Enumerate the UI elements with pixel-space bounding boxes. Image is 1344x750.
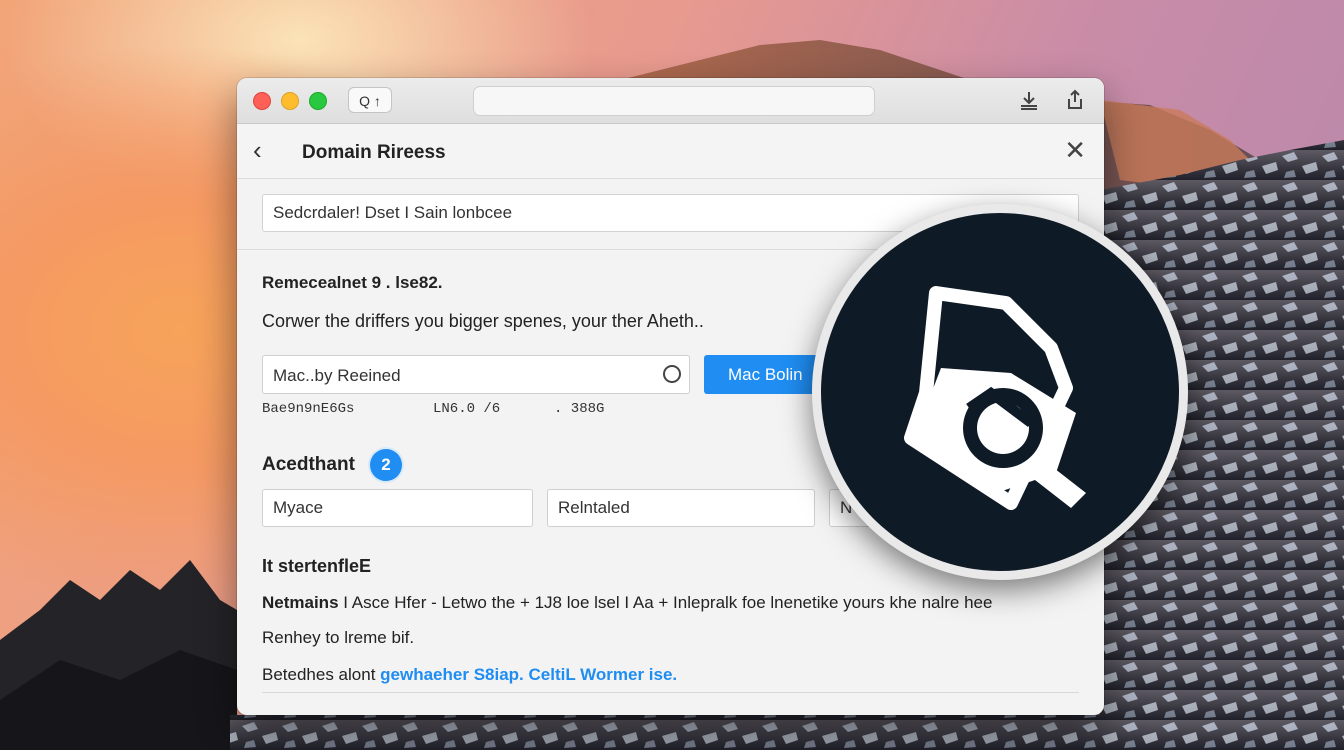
share-icon[interactable] (1063, 89, 1087, 113)
zoom-window-button[interactable] (309, 92, 327, 110)
mac-input-value: Mac..by Reeined (273, 366, 401, 385)
stat-value: . 388G (554, 401, 605, 417)
info-text: Betedhes alont gewhaeher S8iap. CeltiL W… (262, 665, 677, 685)
primary-action-button[interactable]: Mac Bolin (704, 355, 824, 394)
mac-input-field[interactable]: Mac..by Reeined (262, 355, 690, 394)
section-title: Remecealnet 9 . lse82. (262, 273, 443, 292)
back-chevron-icon[interactable]: ‹ (253, 136, 262, 164)
tag-search-icon (904, 286, 1086, 510)
form-field[interactable]: Myace (262, 489, 533, 527)
info-text: Renhey to lreme bif. (262, 628, 415, 647)
page-header: ‹ Domain Rireess ✕ (237, 124, 1104, 179)
info-link[interactable]: gewhaeher S8iap. CeltiL Wormer ise. (380, 665, 677, 684)
divider (262, 692, 1079, 693)
radio-circle-icon[interactable] (663, 365, 681, 383)
window-titlebar: Q ↑ (237, 78, 1104, 124)
page-title: Domain Rireess (302, 142, 446, 163)
stat-value: Bae9n9nE6Gs (262, 401, 355, 417)
overlay-badge (812, 204, 1188, 580)
form-field[interactable]: Relntaled (547, 489, 815, 527)
section-title: It stertenfleE (262, 556, 372, 576)
section-description: Corwer the driffers you bigger spenes, y… (262, 311, 704, 331)
stat-value: LN6.0 /6 (433, 401, 501, 417)
count-badge: 2 (370, 449, 402, 481)
minimize-window-button[interactable] (281, 92, 299, 110)
info-text-prefix: Betedhes alont (262, 665, 381, 684)
info-text: Netmains I Asce Hfer - Letwo the + 1J8 l… (262, 593, 992, 613)
download-icon[interactable] (1017, 89, 1041, 113)
address-bar[interactable] (473, 86, 875, 116)
close-window-button[interactable] (253, 92, 271, 110)
info-text-rest: I Asce Hfer - Letwo the + 1J8 loe lsel I… (338, 593, 993, 612)
tab-overview-button[interactable]: Q ↑ (348, 87, 392, 113)
desktop-wallpaper: Q ↑ ‹ Domain Rireess ✕ Remecealnet 9 . l… (0, 0, 1344, 750)
info-bold-label: Netmains (262, 593, 339, 612)
section-title: Acedthant (262, 454, 355, 475)
close-icon[interactable]: ✕ (1064, 136, 1086, 164)
